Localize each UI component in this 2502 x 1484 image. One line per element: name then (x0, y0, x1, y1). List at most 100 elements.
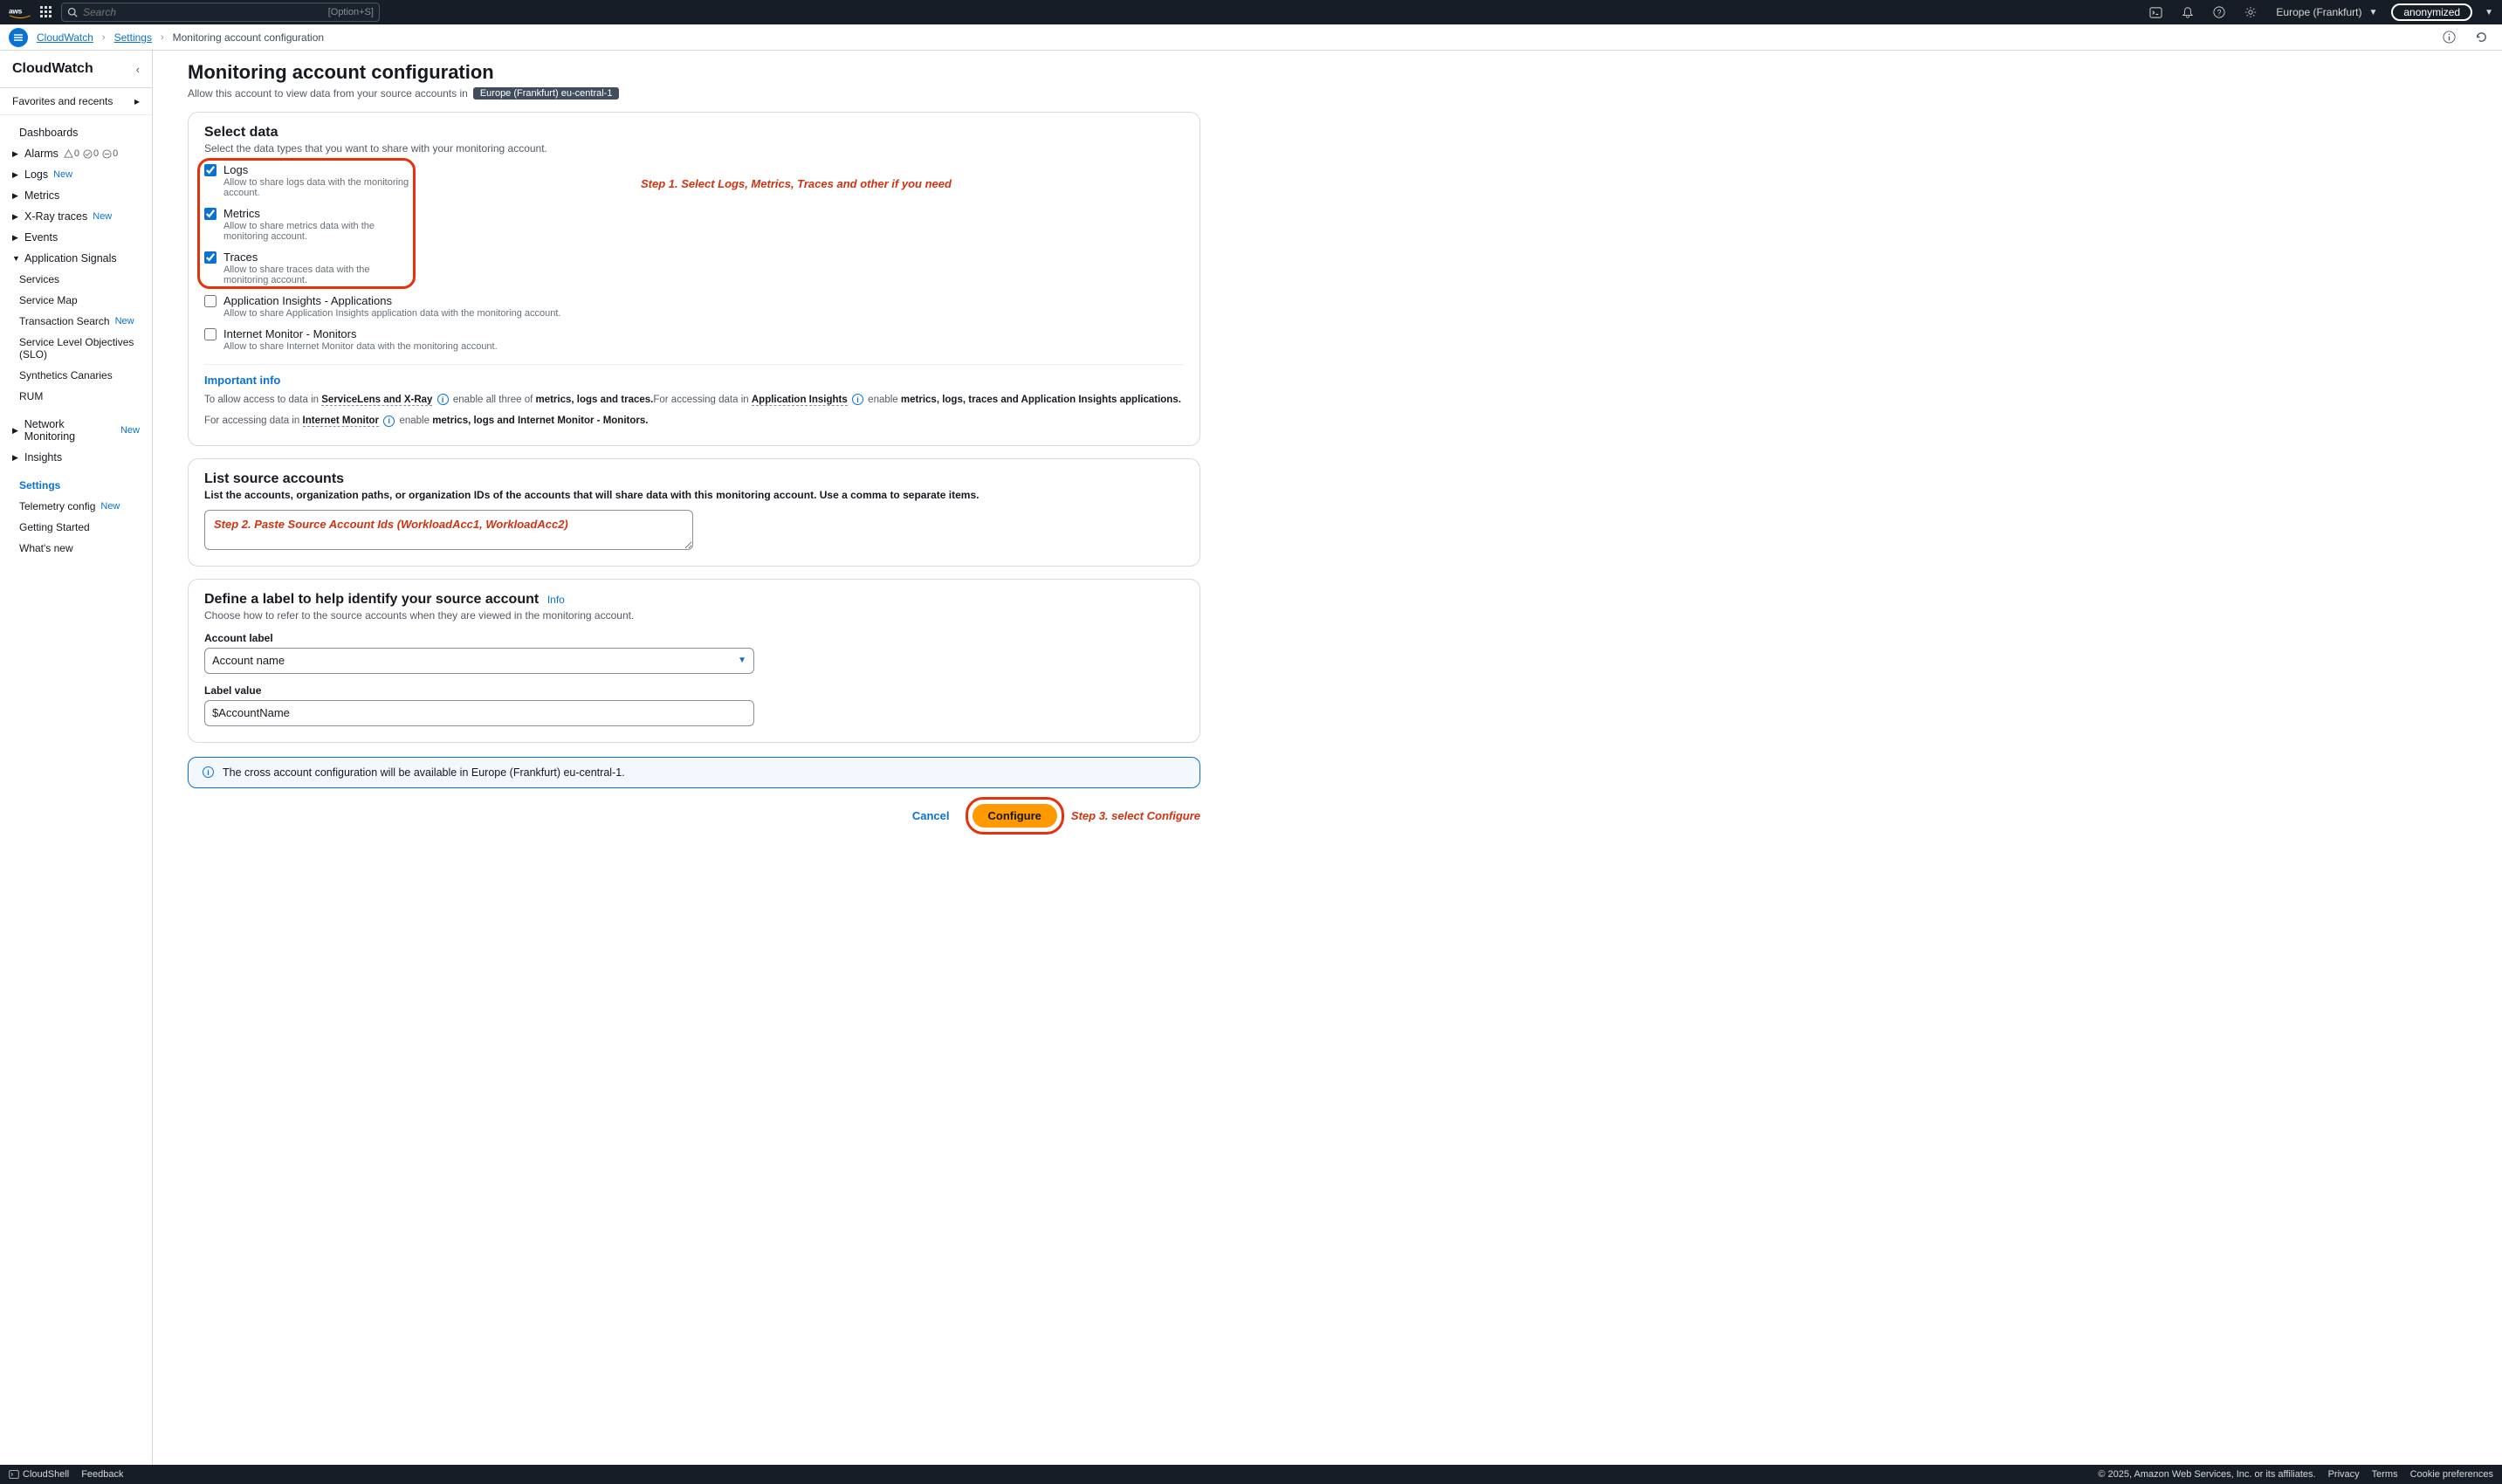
privacy-link[interactable]: Privacy (2328, 1469, 2360, 1480)
sidebar-item-servicemap[interactable]: Service Map (0, 290, 152, 311)
chevron-right-icon: › (102, 32, 106, 43)
sidebar-item-txnsearch[interactable]: Transaction Search New (0, 311, 152, 332)
cancel-button[interactable]: Cancel (904, 804, 959, 828)
caret-right-icon: ▶ (12, 149, 19, 159)
sidebar-header: CloudWatch ‹ (0, 51, 152, 88)
checkbox-input[interactable] (204, 164, 217, 176)
label-panel: Define a label to help identify your sou… (188, 579, 1200, 743)
sidebar-item-getstarted[interactable]: Getting Started (0, 517, 152, 538)
label-value-input[interactable]: $AccountName (204, 700, 754, 726)
region-selector[interactable]: Europe (Frankfurt) ▼ (2271, 6, 2382, 18)
caret-right-icon: ▶ (12, 426, 19, 436)
sidebar-item-services[interactable]: Services (0, 269, 152, 290)
breadcrumb-cloudwatch[interactable]: CloudWatch (37, 31, 93, 44)
sidebar-collapse-icon[interactable]: ‹ (136, 63, 140, 76)
sidebar-item-appsignals[interactable]: ▼Application Signals (0, 248, 152, 269)
configure-button[interactable]: Configure (973, 804, 1057, 828)
breadcrumb-current: Monitoring account configuration (173, 31, 324, 44)
select-data-subtitle: Select the data types that you want to s… (204, 142, 1184, 155)
chevron-down-icon: ▼ (2368, 8, 2377, 17)
new-badge: New (115, 316, 134, 326)
sidebar-favorites[interactable]: Favorites and recents ▸ (0, 88, 152, 115)
checkbox-metrics[interactable]: Metrics (204, 207, 414, 220)
info-icon[interactable]: i (437, 394, 449, 405)
refresh-icon[interactable] (2470, 31, 2493, 44)
cookies-link[interactable]: Cookie preferences (2410, 1469, 2493, 1480)
chevron-down-icon: ▼ (2485, 8, 2493, 17)
account-label: anonymized (2403, 6, 2460, 18)
select-value: Account name (212, 654, 285, 667)
sidebar-item-metrics[interactable]: ▶Metrics (0, 185, 152, 206)
source-accounts-title: List source accounts (204, 471, 1184, 487)
important-info-line2: For accessing data in Internet Monitor i… (204, 413, 1184, 429)
sidebar-item-telemetry[interactable]: Telemetry config New (0, 496, 152, 517)
info-icon[interactable]: i (383, 416, 395, 427)
sidebar-item-logs[interactable]: ▶Logs New (0, 164, 152, 185)
input-value: $AccountName (212, 706, 290, 719)
new-badge: New (93, 211, 112, 222)
sidebar-item-synthetics[interactable]: Synthetics Canaries (0, 365, 152, 386)
alarm-counts: 0 0 0 (64, 148, 118, 159)
search-input[interactable] (83, 6, 323, 18)
source-accounts-textarea[interactable]: Step 2. Paste Source Account Ids (Worklo… (204, 510, 693, 550)
sidebar-item-alarms[interactable]: ▶Alarms 0 0 0 (0, 143, 152, 164)
checkbox-input[interactable] (204, 328, 217, 340)
label-panel-subtitle: Choose how to refer to the source accoun… (204, 609, 1184, 622)
cloudshell-icon[interactable] (2144, 6, 2168, 19)
label-panel-title: Define a label to help identify your sou… (204, 592, 539, 607)
cloudshell-button[interactable]: CloudShell (9, 1469, 69, 1480)
feedback-link[interactable]: Feedback (81, 1469, 123, 1480)
aws-logo[interactable]: aws (9, 5, 31, 19)
sidebar-item-events[interactable]: ▶Events (0, 227, 152, 248)
sidebar-title: CloudWatch (12, 61, 93, 77)
page-title: Monitoring account configuration (188, 61, 1200, 84)
checkbox-input[interactable] (204, 251, 217, 264)
sidebar-item-xray[interactable]: ▶X-Ray traces New (0, 206, 152, 227)
sidebar-item-rum[interactable]: RUM (0, 386, 152, 407)
annotation-step1: Step 1. Select Logs, Metrics, Traces and… (641, 177, 952, 190)
terms-link[interactable]: Terms (2372, 1469, 2398, 1480)
sidebar-item-insights[interactable]: ▶Insights (0, 447, 152, 468)
new-badge: New (120, 425, 140, 436)
sidebar-item-slo[interactable]: Service Level Objectives (SLO) (0, 332, 152, 365)
global-search[interactable]: [Option+S] (61, 3, 380, 22)
important-info-line1: To allow access to data in ServiceLens a… (204, 392, 1184, 408)
annotation-step2: Step 2. Paste Source Account Ids (Worklo… (214, 518, 568, 531)
chevron-right-icon: › (161, 32, 164, 43)
checkbox-input[interactable] (204, 295, 217, 307)
nav-toggle-button[interactable] (9, 28, 28, 47)
action-row: Cancel Configure Step 3. select Configur… (188, 800, 1200, 831)
checkbox-traces[interactable]: Traces (204, 251, 414, 264)
caret-right-icon: ▶ (12, 212, 19, 222)
breadcrumb-settings[interactable]: Settings (114, 31, 152, 44)
caret-down-icon: ▼ (12, 254, 19, 263)
sidebar-item-netmon[interactable]: ▶Network Monitoring New (0, 414, 152, 447)
help-icon[interactable]: ? (2208, 6, 2230, 18)
checkbox-logs-desc: Allow to share logs data with the monito… (223, 177, 414, 198)
info-link[interactable]: Info (547, 594, 565, 606)
checkbox-appinsights[interactable]: Application Insights - Applications (204, 294, 1184, 307)
sidebar-item-settings[interactable]: Settings (0, 475, 152, 496)
account-label-select[interactable]: Account name ▼ (204, 648, 754, 674)
settings-gear-icon[interactable] (2239, 6, 2262, 18)
sidebar-item-dashboards[interactable]: Dashboards (0, 122, 152, 143)
notifications-icon[interactable] (2176, 6, 2199, 18)
top-nav: aws [Option+S] ? Europe (Frankfurt) ▼ ano… (0, 0, 2502, 24)
checkbox-internetmon[interactable]: Internet Monitor - Monitors (204, 327, 1184, 340)
info-icon[interactable] (2437, 31, 2461, 44)
main-content: Monitoring account configuration Allow t… (153, 51, 1235, 1467)
info-icon[interactable]: i (852, 394, 863, 405)
region-label: Europe (Frankfurt) (2276, 6, 2361, 18)
services-grid-icon[interactable] (40, 6, 52, 18)
sidebar-item-whatsnew[interactable]: What's new (0, 538, 152, 559)
checkbox-traces-desc: Allow to share traces data with the moni… (223, 265, 414, 285)
region-alert: i The cross account configuration will b… (188, 757, 1200, 788)
checkbox-input[interactable] (204, 208, 217, 220)
account-menu[interactable]: anonymized (2391, 3, 2472, 21)
breadcrumb-row: CloudWatch › Settings › Monitoring accou… (0, 24, 2502, 51)
checkbox-logs[interactable]: Logs (204, 163, 414, 176)
account-label-field-label: Account label (204, 632, 1184, 644)
new-badge: New (53, 169, 72, 180)
annotation-step3: Step 3. select Configure (1071, 809, 1200, 822)
label-value-field-label: Label value (204, 684, 1184, 697)
